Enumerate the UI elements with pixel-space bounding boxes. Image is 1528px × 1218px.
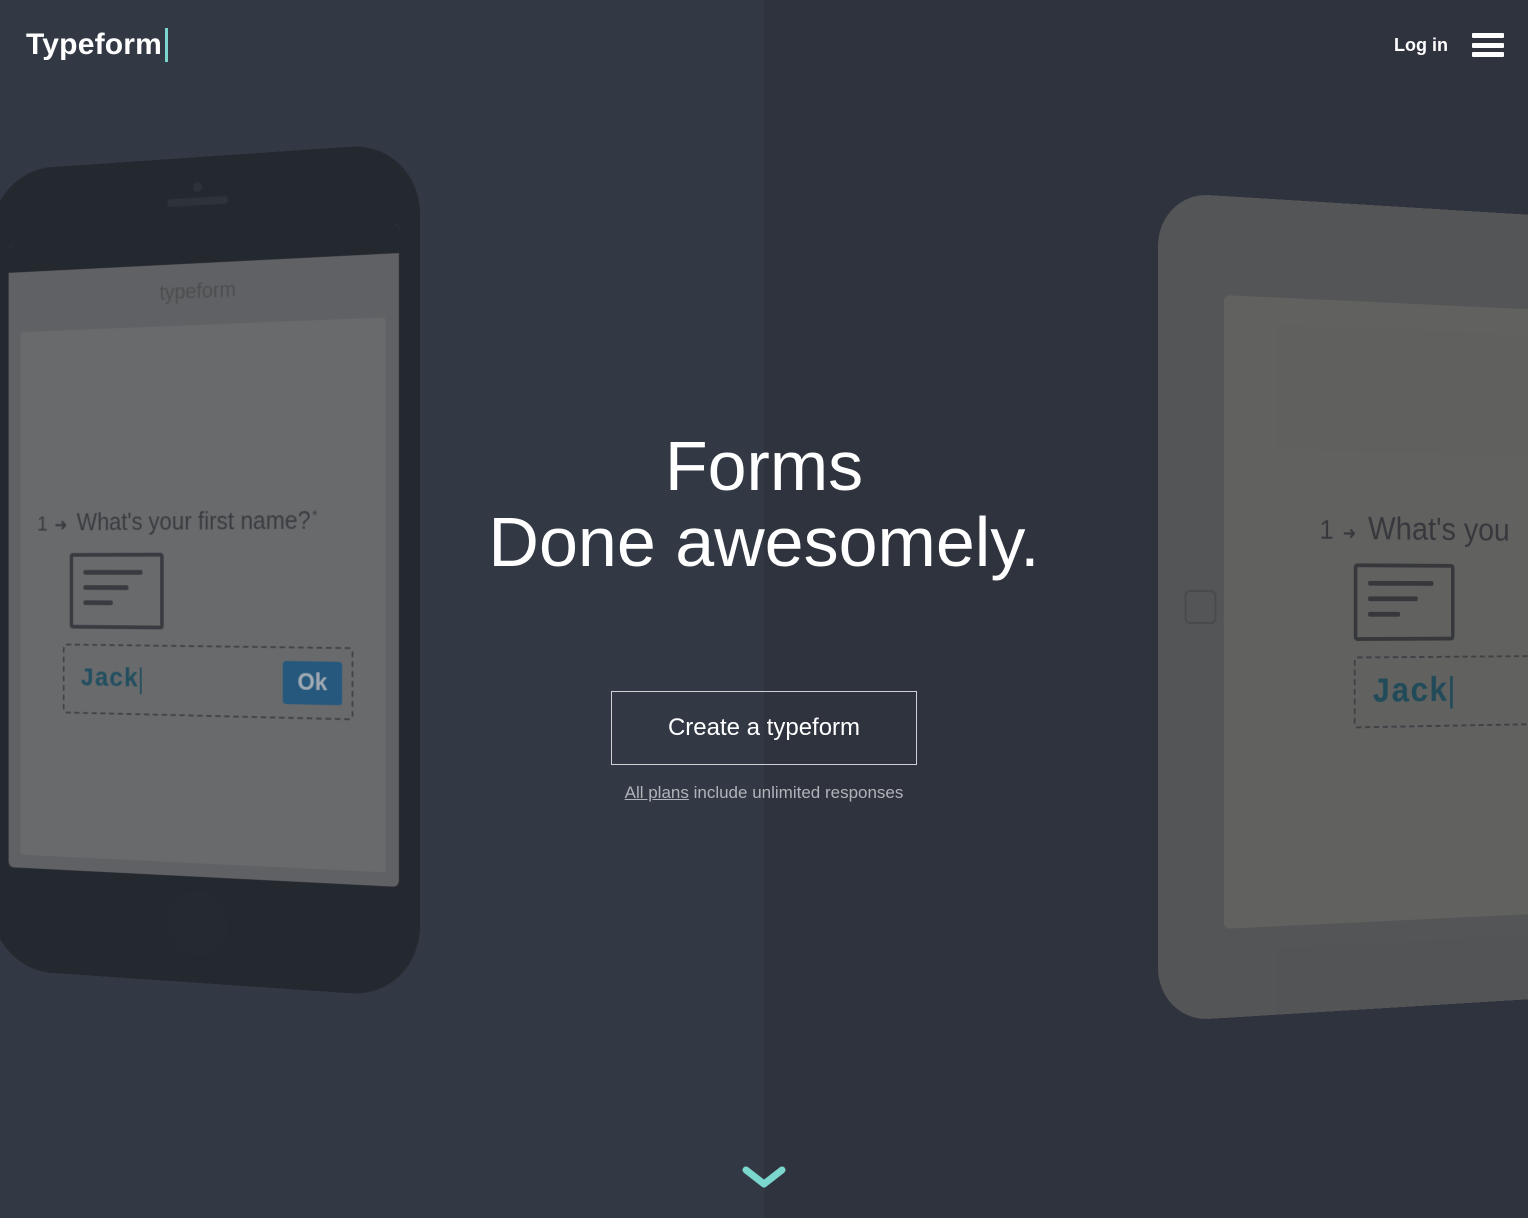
phone-speaker bbox=[167, 196, 228, 207]
plans-note: All plans include unlimited responses bbox=[625, 783, 904, 803]
all-plans-link[interactable]: All plans bbox=[625, 783, 689, 802]
menu-icon[interactable] bbox=[1472, 33, 1504, 57]
nav-right: Log in bbox=[1394, 33, 1504, 57]
hero-title: Forms bbox=[665, 430, 863, 504]
plans-note-rest: include unlimited responses bbox=[689, 783, 904, 802]
phone-statusbar bbox=[9, 223, 399, 273]
header: Typeform Log in bbox=[0, 0, 1528, 90]
create-typeform-button[interactable]: Create a typeform bbox=[611, 691, 917, 765]
phone-camera-dot bbox=[193, 182, 202, 192]
logo-cursor-icon bbox=[165, 28, 168, 62]
hero-subtitle: Done awesomely. bbox=[488, 504, 1039, 581]
login-link[interactable]: Log in bbox=[1394, 35, 1448, 56]
chevron-down-icon[interactable] bbox=[742, 1166, 786, 1192]
hero-section: Forms Done awesomely. Create a typeform … bbox=[0, 430, 1528, 803]
phone-home-button bbox=[167, 889, 228, 958]
logo-text: Typeform bbox=[26, 28, 162, 62]
typeform-logo[interactable]: Typeform bbox=[26, 28, 168, 62]
phone-url-label: typeform bbox=[9, 269, 399, 312]
